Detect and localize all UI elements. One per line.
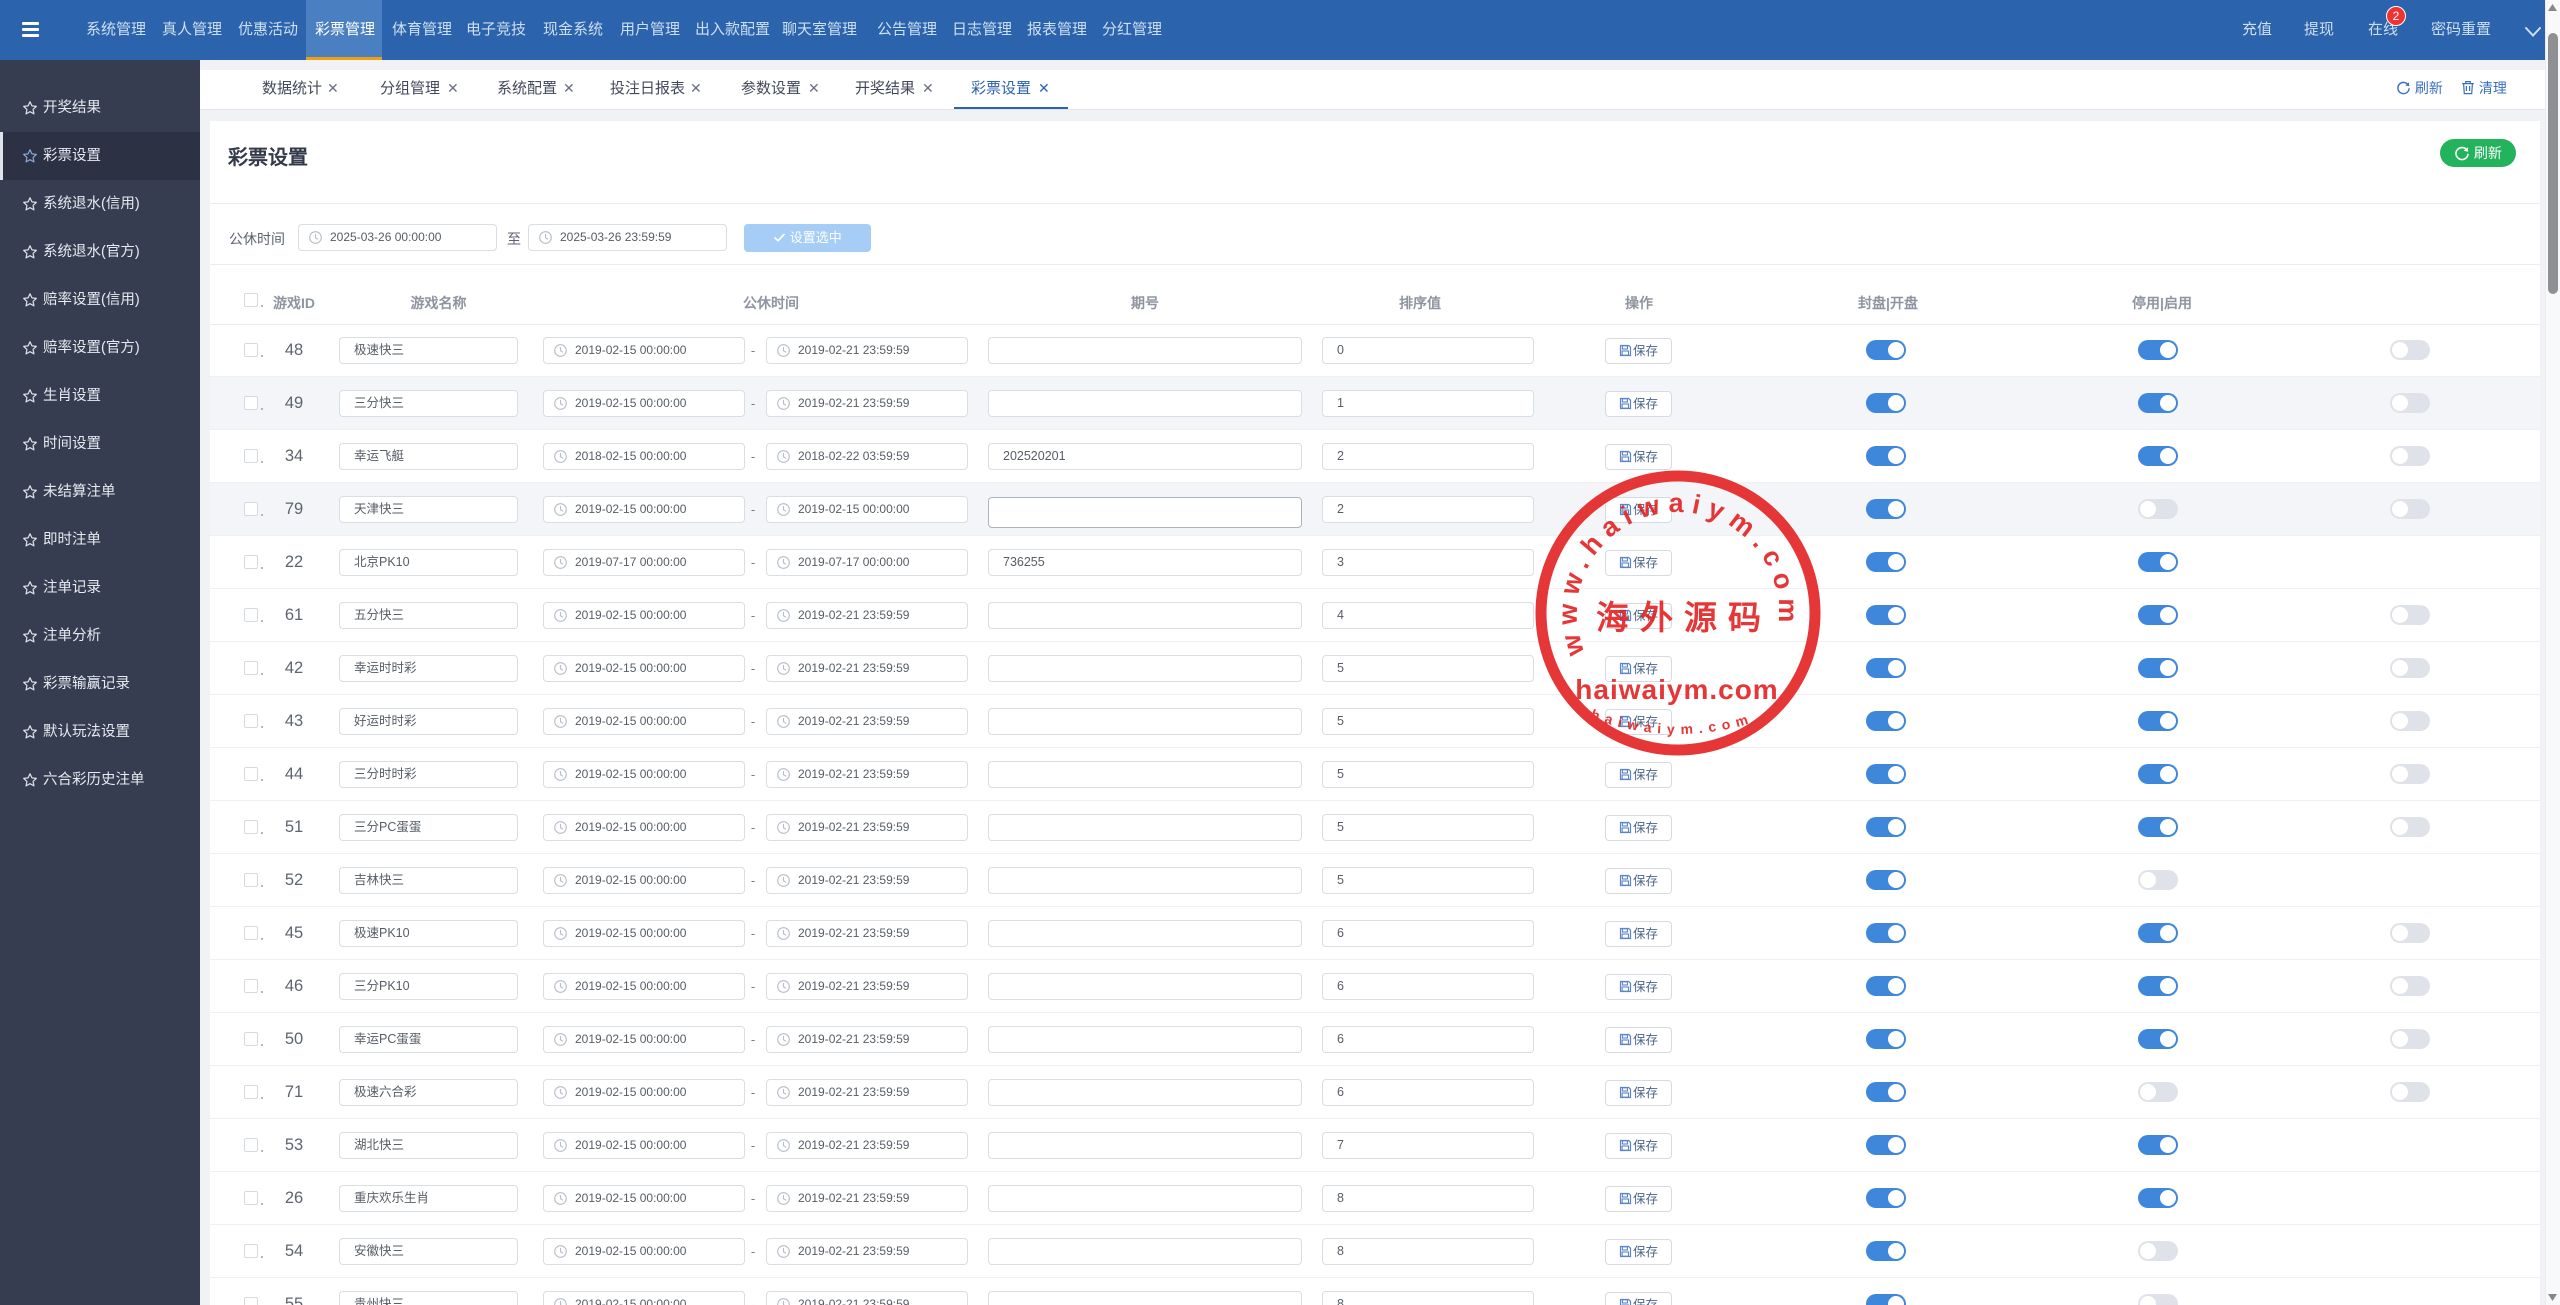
svg-text:海外源码: 海外源码 [1596, 599, 1772, 636]
svg-text:haiwaiym.com: haiwaiym.com [1575, 674, 1778, 705]
